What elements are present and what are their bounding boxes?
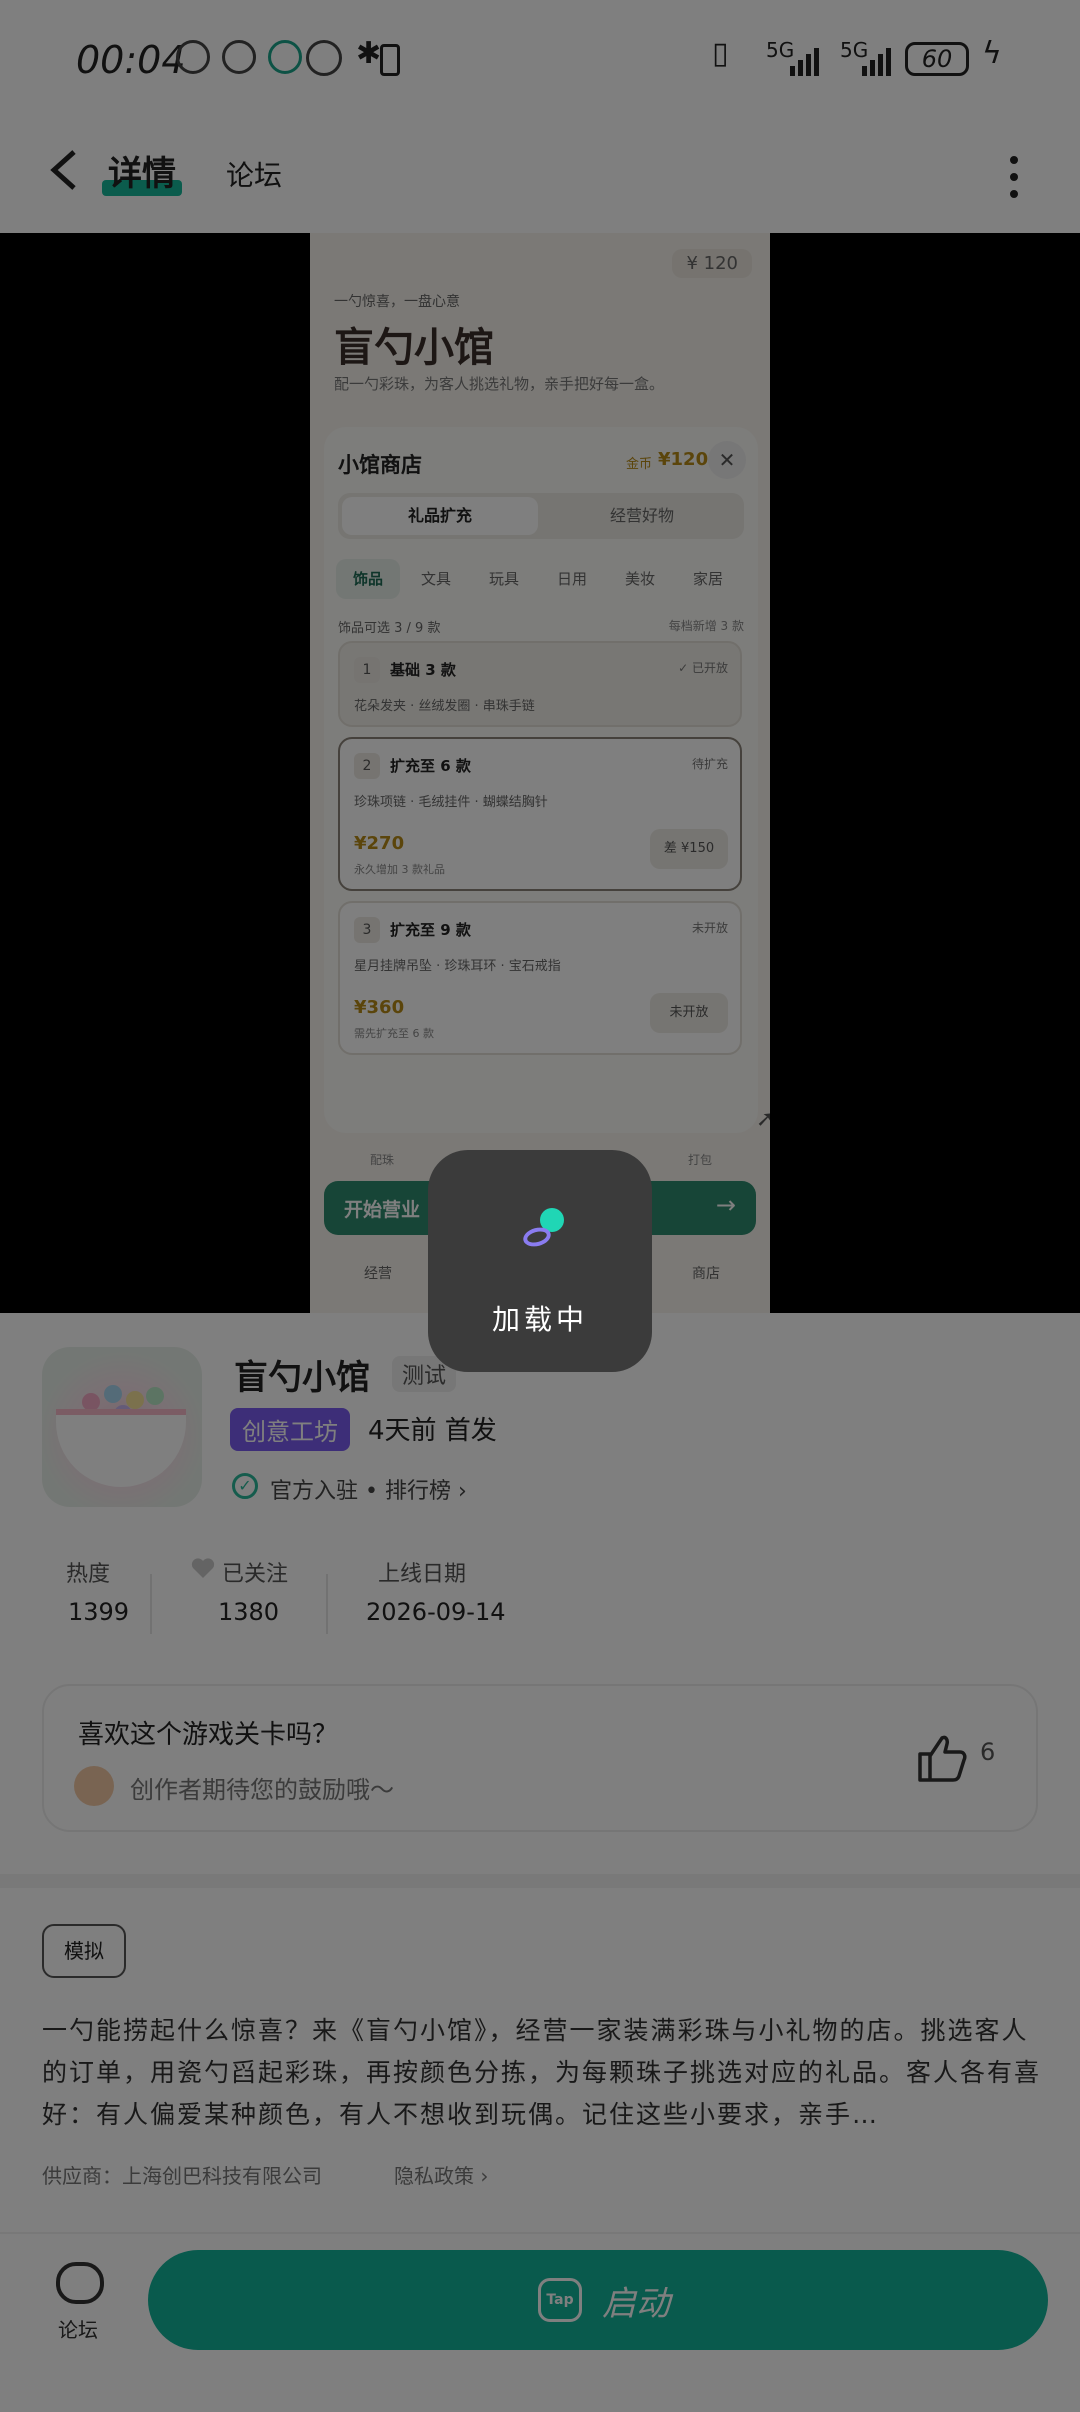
loading-text: 加载中 xyxy=(491,1303,588,1336)
loading-toast: 加载中 xyxy=(428,1150,652,1372)
